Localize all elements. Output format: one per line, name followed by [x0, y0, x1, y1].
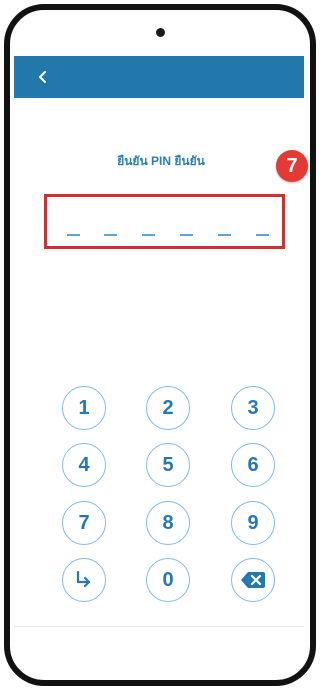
pin-digit-slot	[67, 234, 80, 236]
chevron-left-icon	[39, 71, 46, 83]
backspace-key[interactable]	[231, 558, 275, 602]
back-button[interactable]	[32, 66, 54, 88]
app-bar	[14, 56, 304, 98]
pin-input[interactable]	[44, 194, 285, 249]
camera-dot	[156, 28, 165, 37]
key-0[interactable]: 0	[146, 558, 190, 602]
key-5[interactable]: 5	[146, 443, 190, 487]
key-7[interactable]: 7	[62, 501, 106, 545]
page-title: ยืนยัน PIN ยืนยัน	[117, 154, 205, 168]
key-9[interactable]: 9	[231, 501, 275, 545]
bottom-divider	[14, 626, 304, 627]
enter-key[interactable]	[62, 558, 106, 602]
key-6[interactable]: 6	[231, 443, 275, 487]
pin-digit-slot	[180, 234, 193, 236]
key-4[interactable]: 4	[62, 443, 106, 487]
pin-digit-slot	[218, 234, 231, 236]
pin-digit-slot	[104, 234, 117, 236]
key-8[interactable]: 8	[146, 501, 190, 545]
key-3[interactable]: 3	[231, 386, 275, 430]
backspace-icon	[241, 572, 265, 588]
step-badge: 7	[276, 150, 308, 182]
pin-digit-slot	[256, 234, 269, 236]
key-2[interactable]: 2	[146, 386, 190, 430]
enter-arrow-icon	[76, 570, 91, 588]
pin-digit-slot	[142, 234, 155, 236]
key-1[interactable]: 1	[62, 386, 106, 430]
